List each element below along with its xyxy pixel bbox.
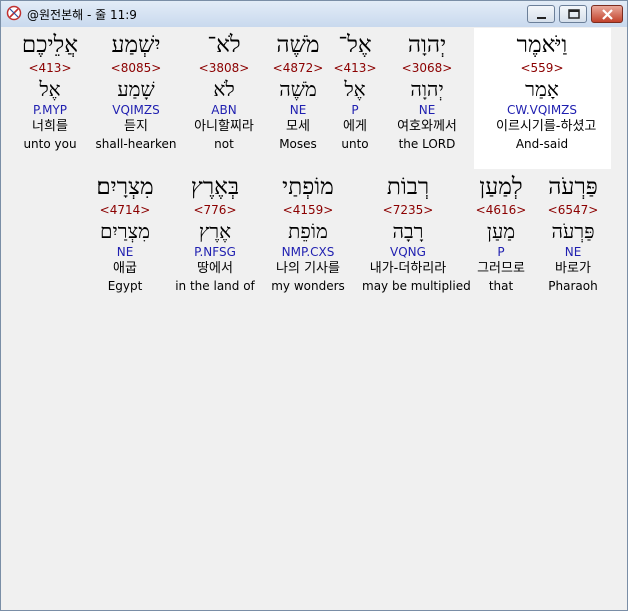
korean-gloss: 너희를 (32, 119, 68, 134)
english-gloss: in the land of (175, 279, 255, 293)
word-cell[interactable]: לֹא־ <3808> לֹא ABN 아니할찌라 not (178, 30, 270, 152)
morph-code: P.MYP (32, 103, 68, 117)
english-gloss: unto you (23, 137, 77, 151)
maximize-button[interactable] (559, 5, 587, 23)
word-cell[interactable]: וַיֹּאמֶר <559> אָמַר CW.VQIMZS 이르시기를-하셨… (496, 30, 597, 152)
hebrew-text: לֹא־ (207, 32, 241, 58)
morph-code: NMP.CXS (281, 245, 335, 259)
word-cell[interactable]: בְּאֶרֶץ <776> אֶרֶץ P.NFSG 땅에서 in the l… (169, 172, 261, 294)
app-window: @원전본해 - 줄 11:9 וַיֹּאמֶר <559> אָמַר CW.… (0, 0, 628, 611)
word-cell[interactable]: מִצְרָיִם׃ <4714> מִצְרַיִם NE 애굽 Egypt (79, 172, 171, 294)
window-title: @원전본해 - 줄 11:9 (27, 8, 137, 22)
app-icon (6, 5, 22, 21)
word-cell[interactable]: מוֹפְתַי <4159> מוֹפֵת NMP.CXS 나의 기사를 my… (262, 172, 354, 294)
english-gloss: not (214, 137, 234, 151)
morph-code: P.NFSG (194, 245, 236, 259)
korean-gloss: 내가-더하리라 (369, 261, 447, 276)
morph-code: P (497, 245, 505, 259)
korean-gloss: 이르시기를-하셨고 (496, 119, 597, 134)
strong-number: <3808> (198, 61, 250, 75)
korean-gloss: 애굽 (113, 261, 137, 276)
morph-code: NE (116, 245, 134, 259)
lemma-text: אֶל (39, 77, 61, 101)
korean-gloss: 땅에서 (197, 261, 233, 276)
korean-gloss: 아니할찌라 (194, 119, 254, 134)
hebrew-text: יִשְׁמַע (111, 32, 161, 58)
hebrew-text: מִצְרָיִם׃ (96, 174, 154, 200)
lemma-text: שָׁמַע (117, 77, 155, 101)
word-cell[interactable]: רְבוֹת <7235> רָבָה VQNG 내가-더하리라 may be … (362, 172, 471, 294)
hebrew-text: רְבוֹת (386, 174, 430, 200)
lemma-text: רָבָה (392, 219, 424, 243)
strong-number: <4616> (475, 203, 527, 217)
korean-gloss: 그러므로 (477, 261, 525, 276)
strong-number: <413> (28, 61, 72, 75)
strong-number: <776> (193, 203, 237, 217)
word-cell[interactable]: לְמַעַן <4616> מַעַן P 그러므로 that (455, 172, 547, 294)
morph-code: VQIMZS (112, 103, 160, 117)
lemma-text: מִצְרַיִם (100, 219, 150, 243)
hebrew-text: לְמַעַן (479, 174, 523, 200)
hebrew-text: אֲלֵיכֶם (21, 32, 79, 58)
strong-number: <4714> (99, 203, 151, 217)
hebrew-text: וַיֹּאמֶר (516, 32, 568, 58)
english-gloss: Egypt (107, 279, 143, 293)
lemma-text: אָמַר (525, 77, 559, 101)
lemma-text: לֹא (213, 77, 235, 101)
english-gloss: shall-hearken (95, 137, 177, 151)
minimize-icon (537, 17, 546, 19)
lemma-text: אֶרֶץ (198, 219, 232, 243)
korean-gloss: 듣지 (124, 119, 148, 134)
english-gloss: And-said (515, 137, 569, 151)
minimize-button[interactable] (527, 5, 555, 23)
interlinear-view: וַיֹּאמֶר <559> אָמַר CW.VQIMZS 이르시기를-하셨… (7, 28, 621, 604)
strong-number: <7235> (382, 203, 434, 217)
word-cell[interactable]: אֲלֵיכֶם <413> אֶל P.MYP 너희를 unto you (4, 30, 96, 152)
lemma-text: מוֹפֵת (288, 219, 328, 243)
close-icon (602, 9, 613, 20)
hebrew-text: מוֹפְתַי (282, 174, 334, 200)
maximize-icon (568, 9, 580, 19)
strong-number: <559> (520, 61, 564, 75)
lemma-text: מַעַן (486, 219, 516, 243)
strong-number: <4159> (282, 203, 334, 217)
strong-number: <8085> (110, 61, 162, 75)
morph-code: ABN (211, 103, 237, 117)
english-gloss: my wonders (271, 279, 345, 293)
hebrew-text: בְּאֶרֶץ (190, 174, 240, 200)
korean-gloss: 나의 기사를 (276, 261, 340, 276)
title-bar[interactable]: @원전본해 - 줄 11:9 (1, 1, 627, 27)
english-gloss: may be multiplied (362, 279, 471, 293)
morph-code: CW.VQIMZS (506, 103, 578, 117)
word-cell[interactable]: יִשְׁמַע <8085> שָׁמַע VQIMZS 듣지 shall-h… (90, 30, 182, 152)
morph-code: VQNG (390, 245, 426, 259)
close-button[interactable] (591, 5, 623, 23)
